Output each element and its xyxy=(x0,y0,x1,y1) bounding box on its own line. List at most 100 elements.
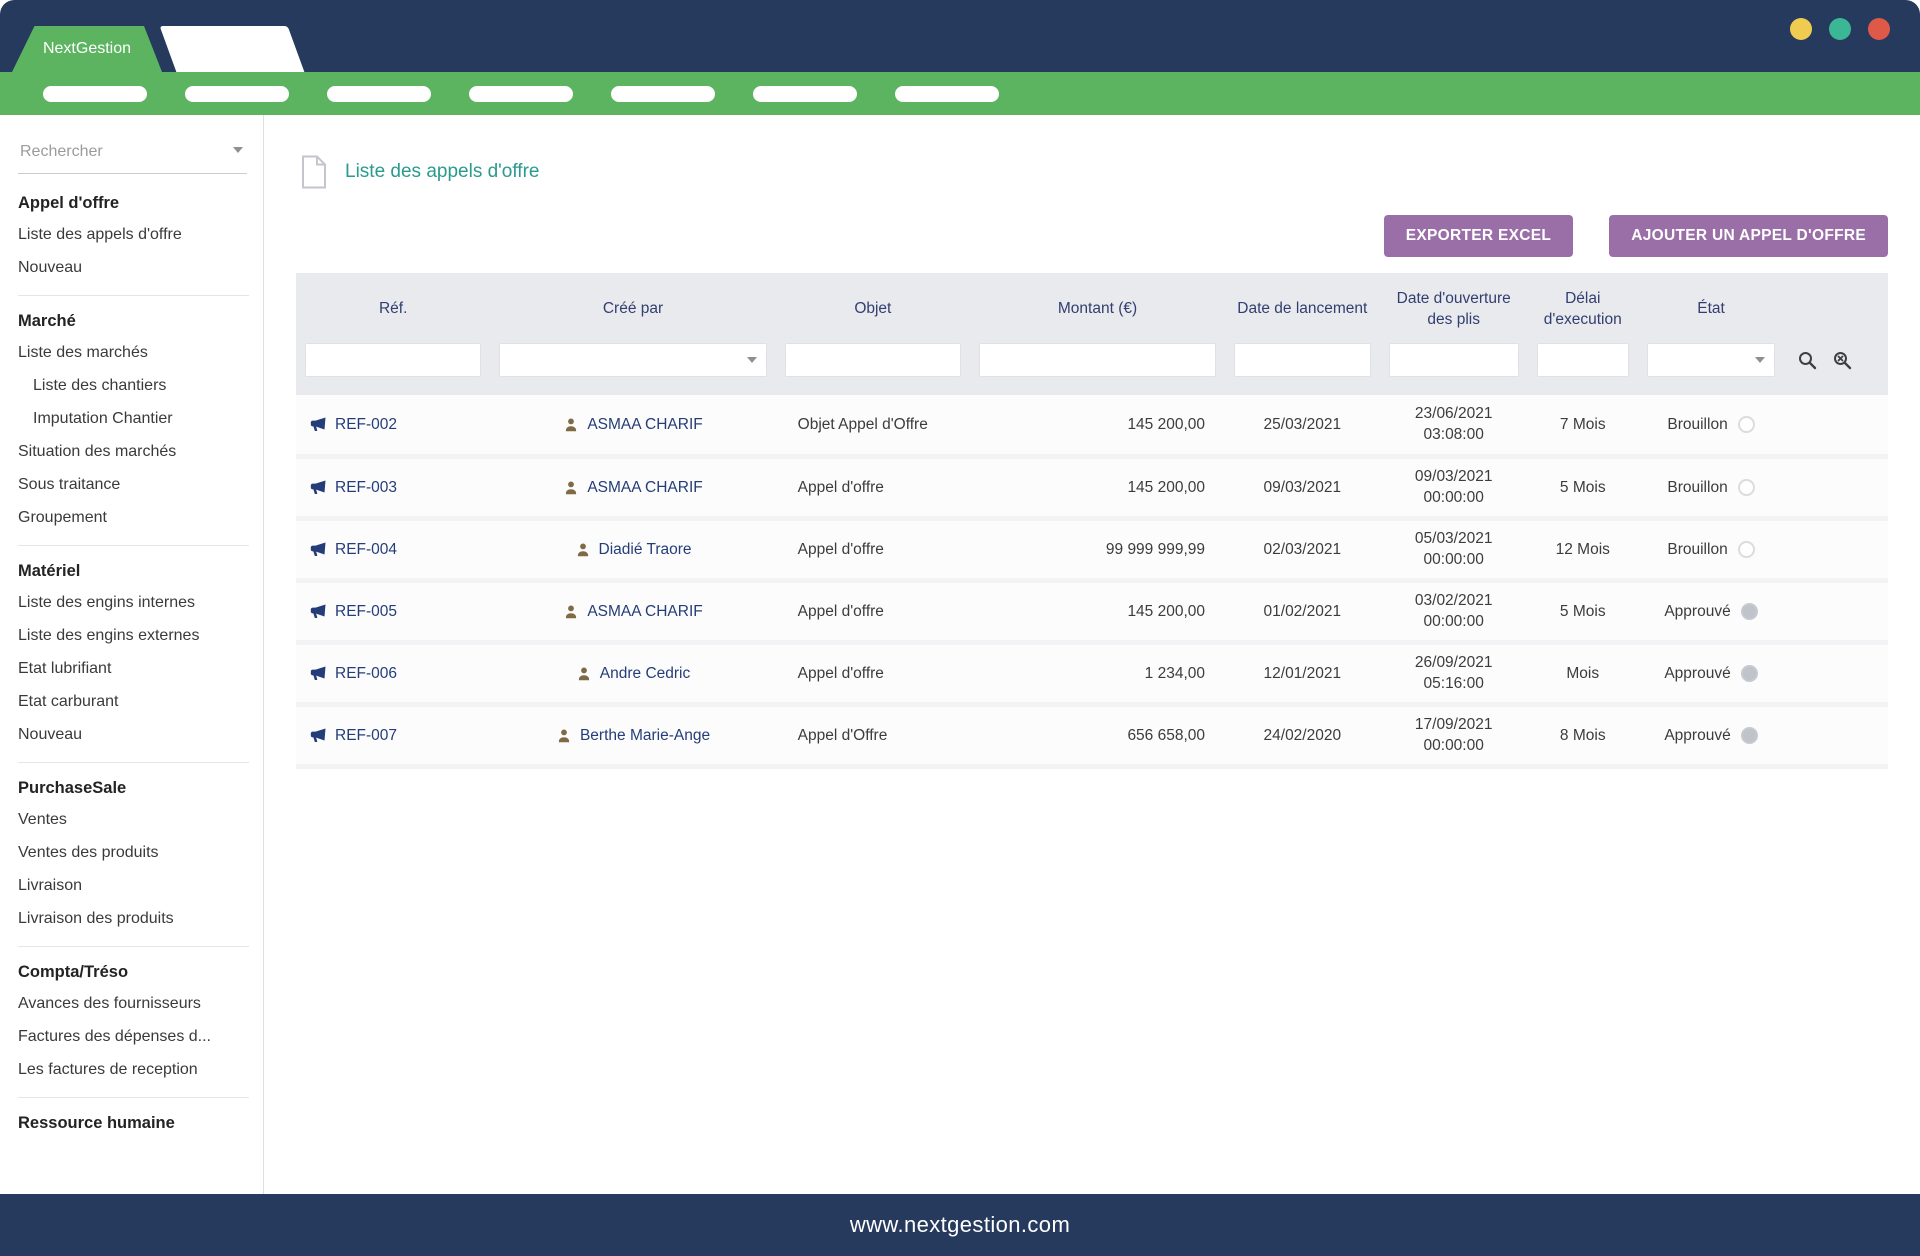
sidebar-item-sous-traitance[interactable]: Sous traitance xyxy=(18,468,249,501)
filter-delai-input[interactable] xyxy=(1537,343,1629,377)
sidebar-item-liste-appels-offre[interactable]: Liste des appels d'offre xyxy=(18,218,249,251)
megaphone-icon xyxy=(310,417,327,432)
created-by-link[interactable]: Diadié Traore xyxy=(599,541,692,559)
menu-pill[interactable] xyxy=(43,86,147,102)
filter-date-ouverture-input[interactable] xyxy=(1389,343,1519,377)
status-dot xyxy=(1738,416,1755,433)
col-header-cree-par[interactable]: Créé par xyxy=(490,273,775,333)
created-by-link[interactable]: ASMAA CHARIF xyxy=(587,603,702,621)
window-dot-red[interactable] xyxy=(1868,18,1890,40)
created-by-link[interactable]: ASMAA CHARIF xyxy=(587,416,702,434)
col-header-delai[interactable]: Délai d'execution xyxy=(1528,273,1638,333)
main-content: Liste des appels d'offre EXPORTER EXCEL … xyxy=(264,115,1920,1194)
table-row[interactable]: REF-007 Berthe Marie-Ange Appel d'Offre … xyxy=(296,705,1888,767)
page-title: Liste des appels d'offre xyxy=(345,161,539,183)
table-row[interactable]: REF-005 ASMAA CHARIF Appel d'offre 145 2… xyxy=(296,581,1888,643)
window-dot-teal[interactable] xyxy=(1829,18,1851,40)
ref-link[interactable]: REF-007 xyxy=(335,727,397,745)
ref-link[interactable]: REF-006 xyxy=(335,665,397,683)
filter-ref-input[interactable] xyxy=(305,343,481,377)
date-ouverture-time: 03:08:00 xyxy=(1386,425,1522,446)
col-header-date-ouverture[interactable]: Date d'ouverture des plis xyxy=(1380,273,1528,333)
created-by-link[interactable]: Andre Cedric xyxy=(600,665,690,683)
menu-pill[interactable] xyxy=(895,86,999,102)
person-icon xyxy=(556,728,572,744)
sidebar-item-nouveau-appel[interactable]: Nouveau xyxy=(18,251,249,284)
menu-pill[interactable] xyxy=(469,86,573,102)
montant-cell: 145 200,00 xyxy=(970,581,1225,643)
delai-cell: 7 Mois xyxy=(1528,395,1638,457)
add-appel-offre-button[interactable]: AJOUTER UN APPEL D'OFFRE xyxy=(1609,215,1888,257)
sidebar-item-liste-marches[interactable]: Liste des marchés xyxy=(18,336,249,369)
ref-link[interactable]: REF-003 xyxy=(335,479,397,497)
brand-tab[interactable]: NextGestion xyxy=(12,26,162,72)
col-header-ref[interactable]: Réf. xyxy=(296,273,490,333)
sidebar-section-marche: Marché Liste des marchés Liste des chant… xyxy=(18,296,249,546)
sidebar-item-groupement[interactable]: Groupement xyxy=(18,501,249,534)
montant-cell: 145 200,00 xyxy=(970,395,1225,457)
menu-pill[interactable] xyxy=(327,86,431,102)
table-row[interactable]: REF-004 Diadié Traore Appel d'offre 99 9… xyxy=(296,519,1888,581)
filter-date-lancement-input[interactable] xyxy=(1234,343,1371,377)
sidebar-item-livraison-produits[interactable]: Livraison des produits xyxy=(18,902,249,935)
sidebar-item-factures-reception[interactable]: Les factures de reception xyxy=(18,1053,249,1086)
date-ouverture-cell: 03/02/202100:00:00 xyxy=(1386,591,1522,633)
ref-link[interactable]: REF-004 xyxy=(335,541,397,559)
window-dot-yellow[interactable] xyxy=(1790,18,1812,40)
clear-search-icon[interactable] xyxy=(1832,350,1852,370)
sidebar-item-nouveau-materiel[interactable]: Nouveau xyxy=(18,718,249,751)
megaphone-icon xyxy=(310,604,327,619)
col-header-montant[interactable]: Montant (€) xyxy=(970,273,1225,333)
etat-label: Approuvé xyxy=(1664,665,1730,683)
section-title: Compta/Tréso xyxy=(18,953,249,987)
person-icon xyxy=(576,666,592,682)
person-icon xyxy=(563,417,579,433)
table-row[interactable]: REF-002 ASMAA CHARIF Objet Appel d'Offre… xyxy=(296,395,1888,457)
person-icon xyxy=(563,480,579,496)
filter-montant-input[interactable] xyxy=(979,343,1216,377)
sidebar-item-imputation-chantier[interactable]: Imputation Chantier xyxy=(18,402,249,435)
sidebar: Appel d'offre Liste des appels d'offre N… xyxy=(0,115,264,1194)
date-ouverture-time: 00:00:00 xyxy=(1386,736,1522,757)
col-header-date-lancement[interactable]: Date de lancement xyxy=(1225,273,1380,333)
ref-link[interactable]: REF-002 xyxy=(335,416,397,434)
sidebar-item-ventes[interactable]: Ventes xyxy=(18,803,249,836)
sidebar-item-engins-externes[interactable]: Liste des engins externes xyxy=(18,619,249,652)
filter-cree-par-select[interactable] xyxy=(499,343,766,377)
table-row[interactable]: REF-006 Andre Cedric Appel d'offre 1 234… xyxy=(296,643,1888,705)
sidebar-item-situation-marches[interactable]: Situation des marchés xyxy=(18,435,249,468)
date-ouverture-time: 00:00:00 xyxy=(1386,550,1522,571)
date-lancement-cell: 09/03/2021 xyxy=(1225,457,1380,519)
table-row[interactable]: REF-003 ASMAA CHARIF Appel d'offre 145 2… xyxy=(296,457,1888,519)
objet-cell: Appel d'offre xyxy=(776,581,970,643)
menu-pill[interactable] xyxy=(753,86,857,102)
search-icon[interactable] xyxy=(1797,350,1817,370)
created-by-link[interactable]: Berthe Marie-Ange xyxy=(580,727,710,745)
col-header-objet[interactable]: Objet xyxy=(776,273,970,333)
sidebar-section-materiel: Matériel Liste des engins internes Liste… xyxy=(18,546,249,763)
chevron-down-icon[interactable] xyxy=(1755,357,1765,363)
sidebar-item-factures-depenses[interactable]: Factures des dépenses d... xyxy=(18,1020,249,1053)
col-header-etat[interactable]: État xyxy=(1638,273,1785,333)
export-excel-button[interactable]: EXPORTER EXCEL xyxy=(1384,215,1573,257)
chevron-down-icon[interactable] xyxy=(233,147,243,153)
search-input[interactable] xyxy=(18,137,247,174)
created-by-link[interactable]: ASMAA CHARIF xyxy=(587,479,702,497)
sidebar-item-avances-fournisseurs[interactable]: Avances des fournisseurs xyxy=(18,987,249,1020)
sidebar-item-etat-carburant[interactable]: Etat carburant xyxy=(18,685,249,718)
sidebar-item-engins-internes[interactable]: Liste des engins internes xyxy=(18,586,249,619)
chevron-down-icon[interactable] xyxy=(747,357,757,363)
sidebar-item-ventes-produits[interactable]: Ventes des produits xyxy=(18,836,249,869)
filter-objet-input[interactable] xyxy=(785,343,961,377)
date-ouverture-date: 17/09/2021 xyxy=(1386,715,1522,736)
menu-pill[interactable] xyxy=(611,86,715,102)
menu-pill[interactable] xyxy=(185,86,289,102)
date-ouverture-time: 00:00:00 xyxy=(1386,612,1522,633)
date-ouverture-cell: 23/06/202103:08:00 xyxy=(1386,404,1522,446)
ref-link[interactable]: REF-005 xyxy=(335,603,397,621)
active-tab-placeholder[interactable] xyxy=(160,26,305,72)
sidebar-item-liste-chantiers[interactable]: Liste des chantiers xyxy=(18,369,249,402)
sidebar-item-livraison[interactable]: Livraison xyxy=(18,869,249,902)
sidebar-item-etat-lubrifiant[interactable]: Etat lubrifiant xyxy=(18,652,249,685)
megaphone-icon xyxy=(310,542,327,557)
